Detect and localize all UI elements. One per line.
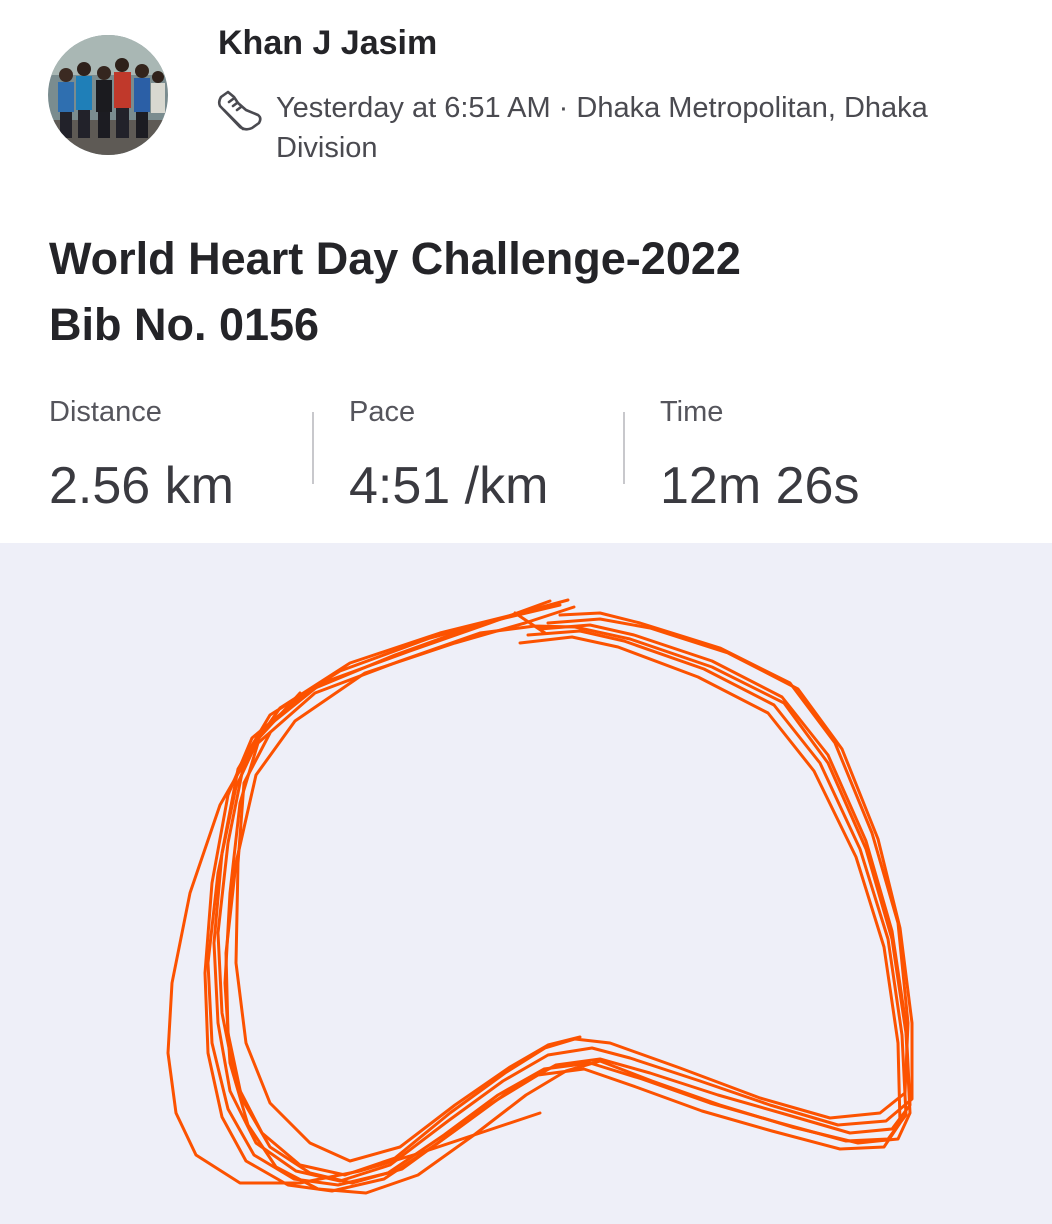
running-shoe-icon <box>217 90 262 131</box>
stat-time: Time 12m 26s <box>660 392 859 518</box>
stat-divider <box>312 412 314 484</box>
stat-distance: Distance 2.56 km <box>49 392 234 518</box>
athlete-name[interactable]: Khan J Jasim <box>218 24 437 63</box>
route-lap <box>223 624 912 1195</box>
activity-card: Khan J Jasim Yesterday at 6:51 AM · Dhak… <box>0 0 1052 1224</box>
stat-time-label: Time <box>660 396 724 428</box>
stat-pace: Pace 4:51 /km <box>349 392 548 518</box>
route-lap <box>234 731 582 1163</box>
stat-distance-label: Distance <box>49 396 162 428</box>
avatar-photo <box>48 35 168 155</box>
activity-date-location: Yesterday at 6:51 AM · Dhaka Metropolita… <box>276 92 928 164</box>
activity-title[interactable]: World Heart Day Challenge-2022 Bib No. 0… <box>49 226 1009 358</box>
route-lap <box>224 605 912 1185</box>
stat-divider <box>623 412 625 484</box>
stat-time-value: 12m 26s <box>660 457 860 515</box>
route-map-canvas <box>166 598 914 1195</box>
athlete-avatar[interactable] <box>48 35 168 155</box>
stat-distance-value: 2.56 km <box>49 457 234 515</box>
route-lap <box>513 611 547 635</box>
stat-pace-label: Pace <box>349 396 416 428</box>
route-map[interactable] <box>0 543 1052 1224</box>
route-polyline <box>166 598 914 1195</box>
stat-pace-value: 4:51 /km <box>349 457 549 515</box>
